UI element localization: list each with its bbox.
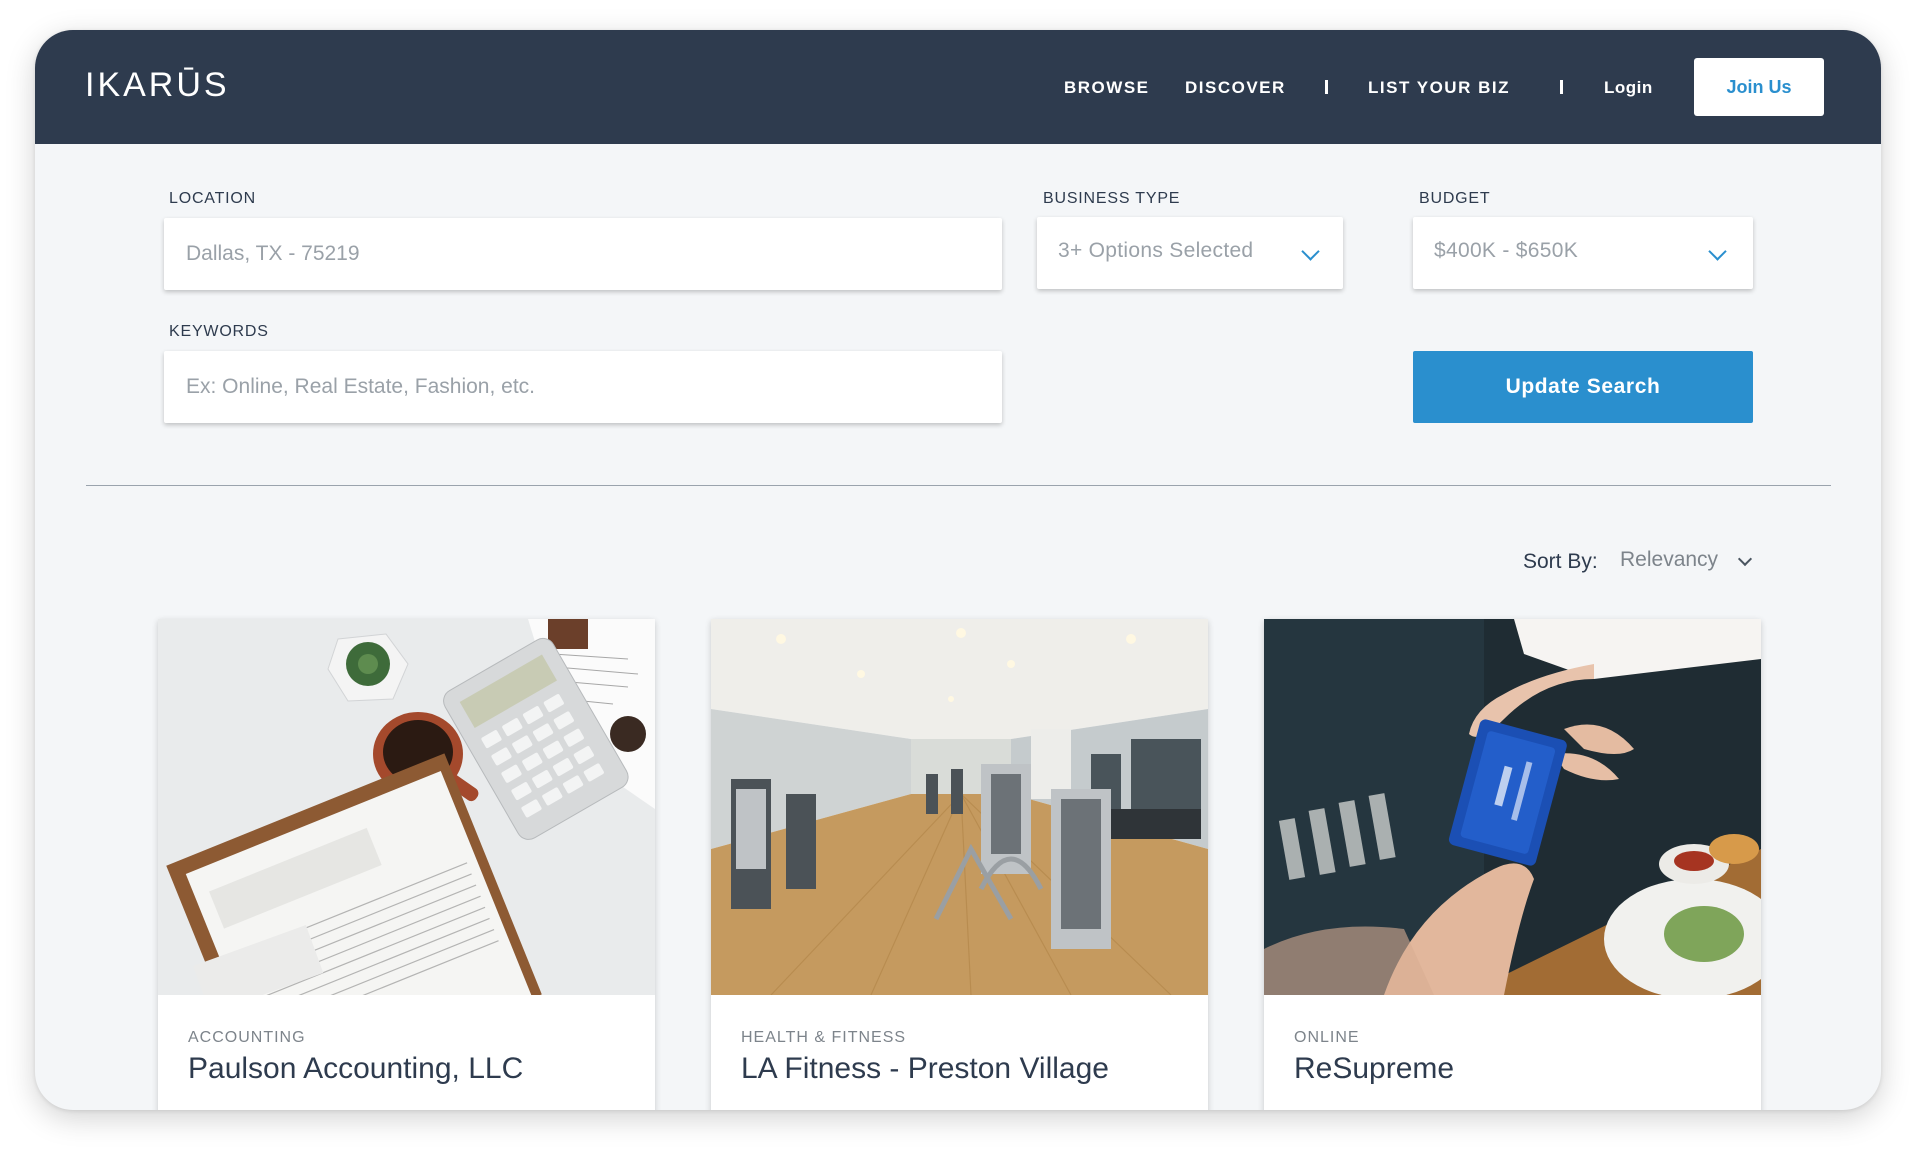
listing-category: ONLINE: [1294, 1029, 1360, 1046]
nav-list-your-biz[interactable]: LIST YOUR BIZ: [1368, 78, 1510, 98]
budget-label: BUDGET: [1419, 190, 1491, 207]
listing-title[interactable]: ReSupreme: [1294, 1052, 1454, 1086]
sort-select[interactable]: Relevancy: [1620, 548, 1760, 578]
listing-title[interactable]: LA Fitness - Preston Village: [741, 1052, 1109, 1086]
section-divider: [86, 485, 1831, 486]
join-us-button[interactable]: Join Us: [1694, 58, 1824, 116]
chevron-down-icon: [1737, 551, 1753, 567]
listing-image-accounting: [158, 619, 655, 995]
brand-logo[interactable]: IKARŪS: [85, 66, 230, 105]
nav-browse[interactable]: BROWSE: [1064, 78, 1150, 98]
chevron-down-icon: [1708, 242, 1727, 261]
chevron-down-icon: [1301, 242, 1320, 261]
business-type-label: BUSINESS TYPE: [1043, 190, 1181, 207]
top-navbar: IKARŪS BROWSE DISCOVER LIST YOUR BIZ Log…: [35, 30, 1881, 144]
location-label: LOCATION: [169, 190, 257, 207]
business-type-select[interactable]: 3+ Options Selected: [1037, 217, 1343, 289]
listing-category: HEALTH & FITNESS: [741, 1029, 907, 1046]
keywords-input[interactable]: [164, 351, 1002, 423]
nav-separator: [1560, 80, 1563, 94]
app-window: IKARŪS BROWSE DISCOVER LIST YOUR BIZ Log…: [35, 30, 1881, 1110]
listing-card[interactable]: ONLINE ReSupreme: [1264, 619, 1761, 1110]
update-search-button[interactable]: Update Search: [1413, 351, 1753, 423]
keywords-label: KEYWORDS: [169, 323, 269, 340]
nav-separator: [1325, 80, 1328, 94]
listing-image-payment: [1264, 619, 1761, 995]
sort-value: Relevancy: [1620, 548, 1719, 571]
listing-category: ACCOUNTING: [188, 1029, 306, 1046]
business-type-value: 3+ Options Selected: [1058, 239, 1254, 262]
listing-card[interactable]: ACCOUNTING Paulson Accounting, LLC: [158, 619, 655, 1110]
listing-image-gym: [711, 619, 1208, 995]
budget-value: $400K - $650K: [1434, 239, 1579, 262]
listing-title[interactable]: Paulson Accounting, LLC: [188, 1052, 523, 1086]
budget-select[interactable]: $400K - $650K: [1413, 217, 1753, 289]
sort-label: Sort By:: [1523, 550, 1598, 573]
nav-discover[interactable]: DISCOVER: [1185, 78, 1286, 98]
nav-login[interactable]: Login: [1604, 78, 1653, 98]
listing-card[interactable]: HEALTH & FITNESS LA Fitness - Preston Vi…: [711, 619, 1208, 1110]
location-input[interactable]: [164, 218, 1002, 290]
